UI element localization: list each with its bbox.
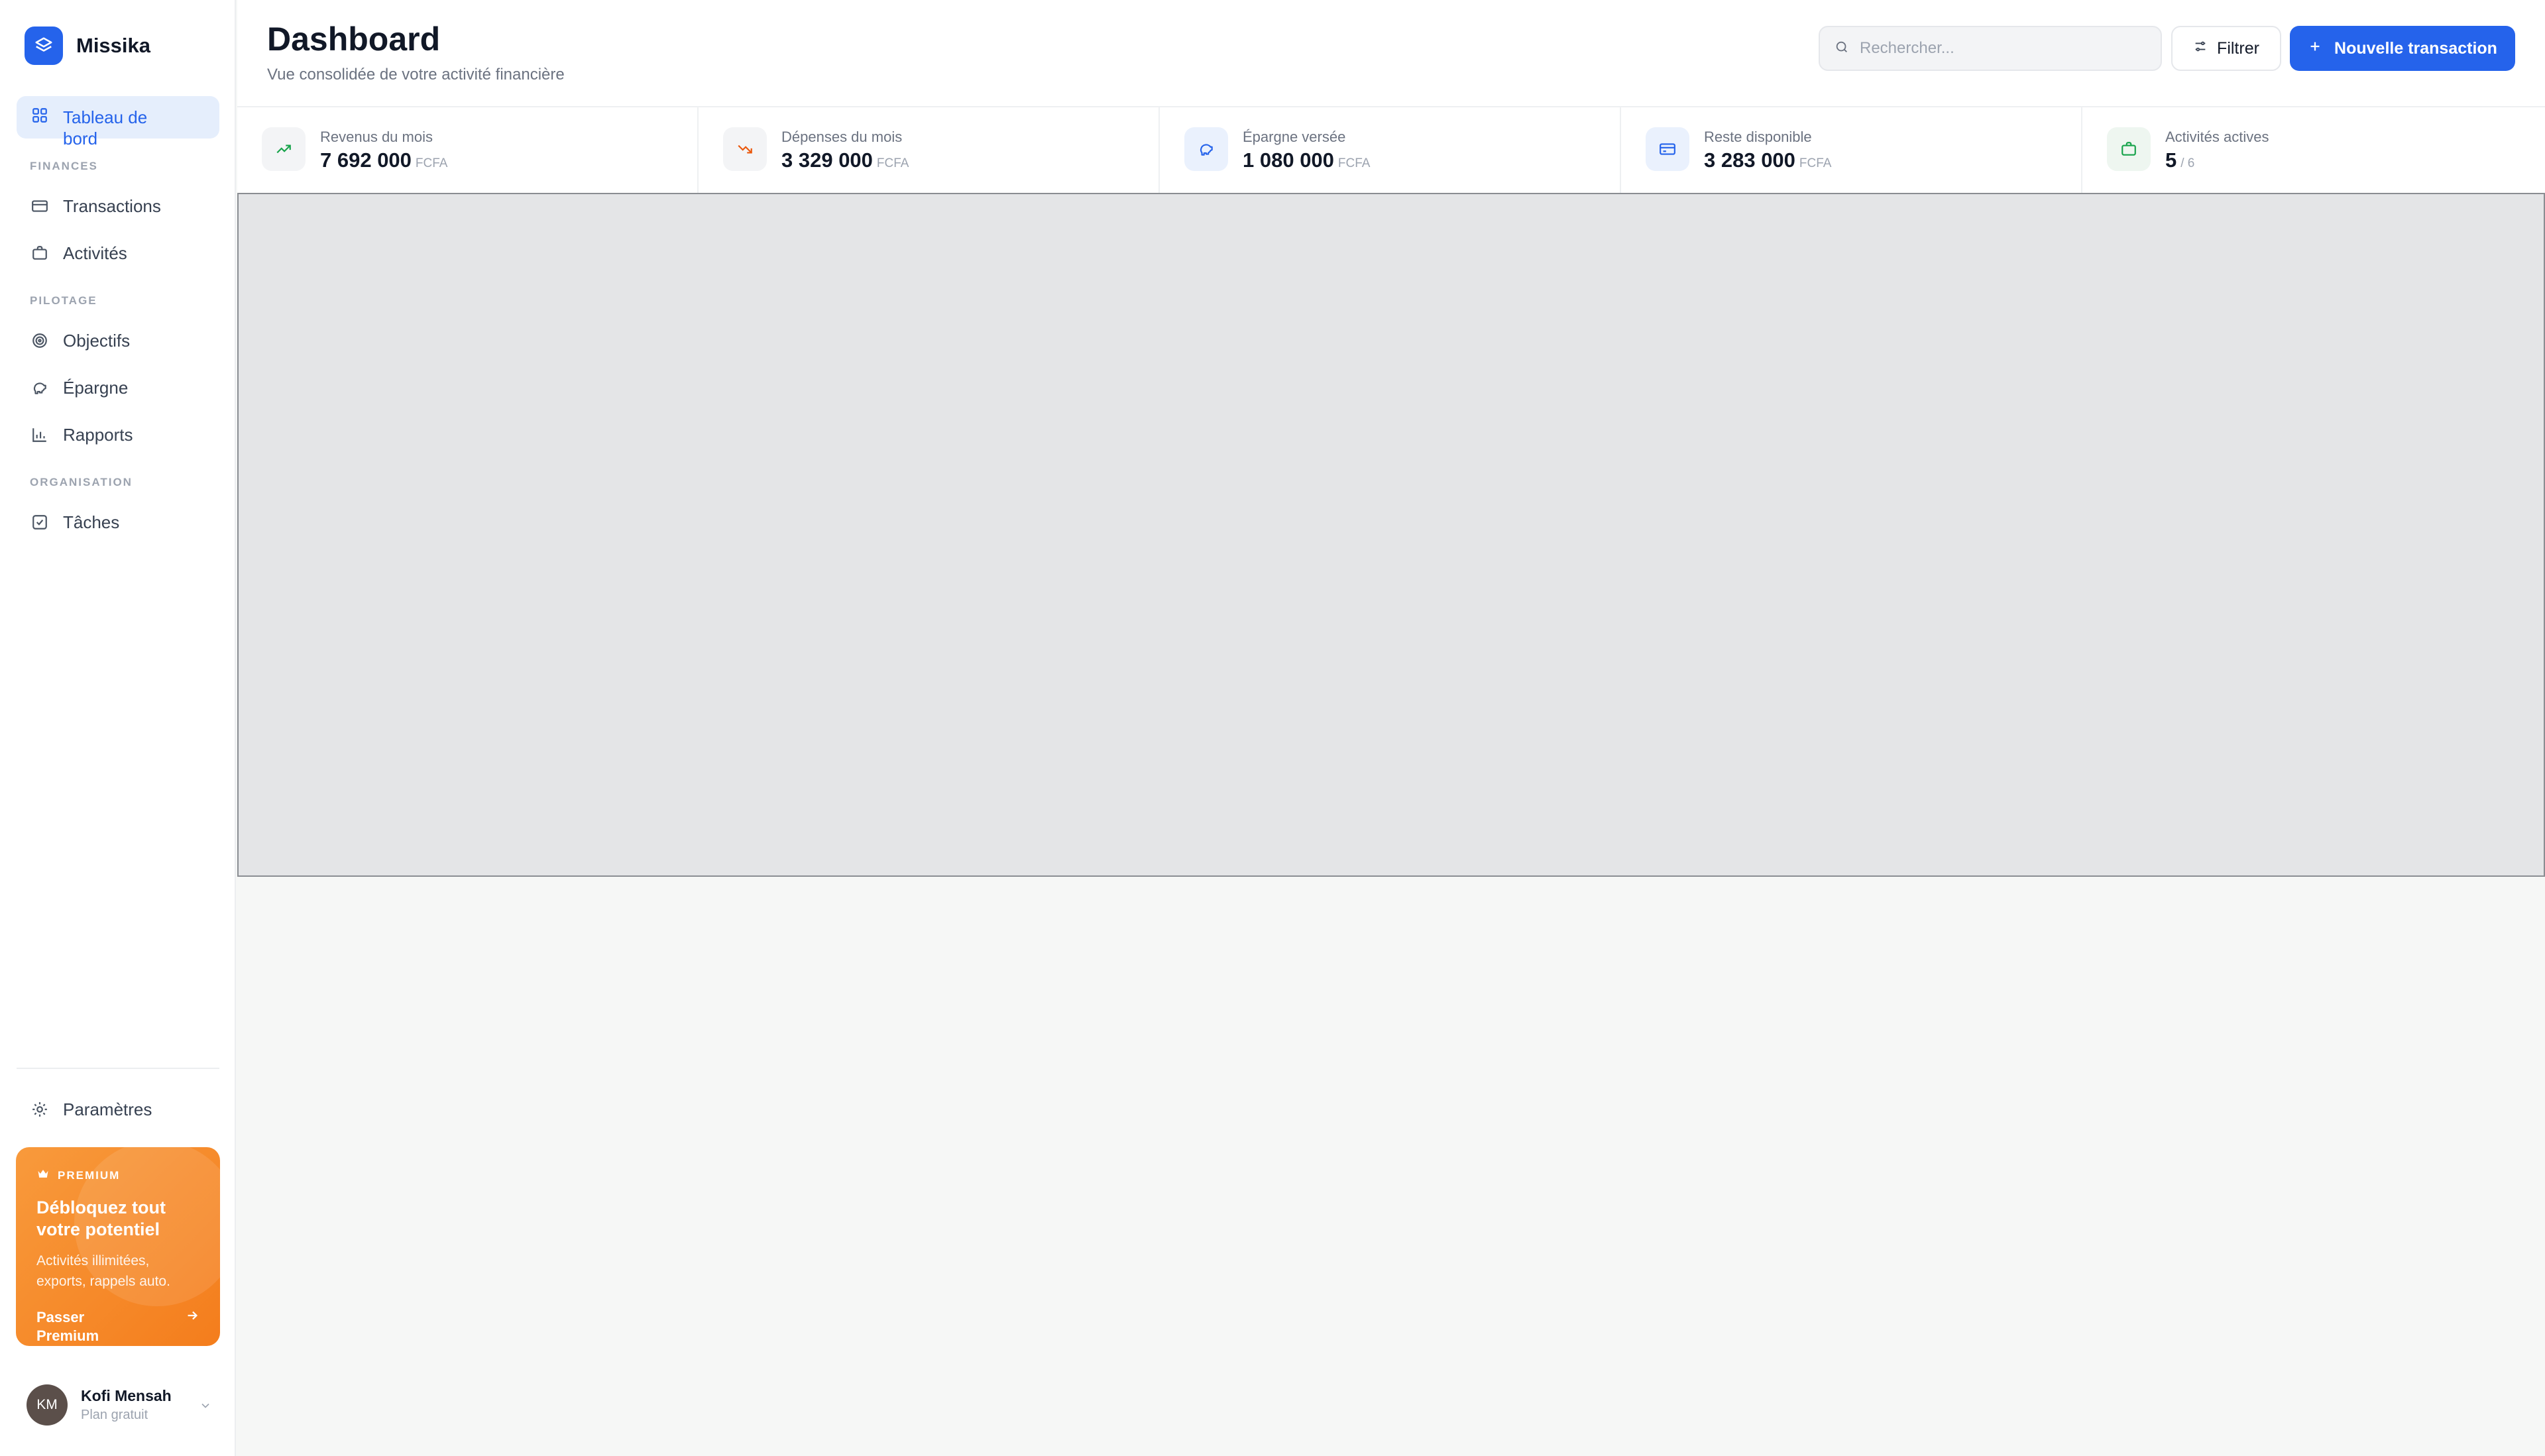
premium-description: Activités illimitées, exports, rappels a…: [36, 1253, 170, 1289]
search-input[interactable]: [1860, 39, 2151, 58]
piggy-bank-icon: [1184, 127, 1228, 171]
stat-amount: 7 692 000: [320, 148, 412, 172]
section-label-pilotage: PILOTAGE: [30, 294, 97, 307]
section-label-finances: FINANCES: [30, 160, 98, 172]
search-box: [1819, 26, 2162, 71]
sidebar-divider: [17, 1068, 219, 1069]
briefcase-icon: [2107, 127, 2151, 171]
page-title: Dashboard: [267, 21, 441, 58]
stat-value: 5/ 6: [2165, 148, 2194, 172]
page-header: Dashboard Vue consolidée de votre activi…: [237, 0, 2545, 106]
target-icon: [17, 332, 63, 349]
stat-unit: FCFA: [1337, 156, 1371, 170]
stat-unit: / 6: [2180, 156, 2195, 170]
sidebar-item-label: Paramètres: [63, 1099, 152, 1119]
stat-amount: 1 080 000: [1243, 148, 1334, 172]
layout-grid-icon: [17, 107, 63, 124]
sliders-icon: [2193, 39, 2208, 58]
stat-unit: FCFA: [415, 156, 448, 170]
filter-button[interactable]: Filtrer: [2171, 26, 2281, 71]
filter-button-label: Filtrer: [2217, 38, 2259, 58]
plus-icon: [2308, 39, 2322, 58]
new-transaction-button[interactable]: Nouvelle transaction: [2290, 26, 2515, 71]
stat-value: 3 283 000 FCFA: [1704, 148, 1831, 172]
stat-card-revenus: Revenus du mois 7 692 000 FCFA: [237, 107, 699, 193]
settings-icon: [17, 1101, 63, 1118]
stat-amount: 3 283 000: [1704, 148, 1795, 172]
check-square-icon: [17, 514, 63, 531]
sidebar-item-label: Rapports: [63, 424, 133, 445]
trending-up-icon: [262, 127, 306, 171]
stat-amount: 5: [2165, 148, 2177, 172]
sidebar-item-label: Objectifs: [63, 330, 131, 351]
bar-chart-icon: [17, 426, 63, 443]
avatar: KM: [27, 1384, 68, 1426]
stat-label: Activités actives: [2165, 129, 2269, 145]
premium-card: PREMIUM Débloquez tout votre potentiel A…: [16, 1147, 220, 1346]
sidebar: Missika Tableau de bord FINANCES Transac…: [0, 0, 236, 1456]
sidebar-item-taches[interactable]: Tâches: [17, 501, 219, 543]
section-label-organisation: ORGANISATION: [30, 476, 133, 488]
stat-label: Reste disponible: [1704, 129, 1812, 145]
wallet-card-icon: [1646, 127, 1689, 171]
stat-label: Revenus du mois: [320, 129, 433, 145]
trending-down-icon: [723, 127, 767, 171]
app-name: Missika: [76, 34, 151, 57]
sidebar-item-rapports[interactable]: Rapports: [17, 414, 219, 456]
sidebar-item-transactions[interactable]: Transactions: [17, 185, 219, 227]
sidebar-item-label: Tableau de bord: [63, 107, 148, 148]
premium-tag-label: PREMIUM: [58, 1168, 121, 1182]
sidebar-item-activites[interactable]: Activités: [17, 232, 219, 274]
premium-title: Débloquez tout votre potentiel: [36, 1198, 166, 1239]
search-icon: [1835, 40, 1849, 58]
stat-unit: FCFA: [876, 156, 909, 170]
sidebar-item-parametres[interactable]: Paramètres: [17, 1088, 219, 1131]
stat-value: 3 329 000 FCFA: [781, 148, 909, 172]
page-subtitle: Vue consolidée de votre activité financi…: [267, 66, 565, 84]
stat-card-activites: Activités actives 5/ 6: [2082, 107, 2544, 193]
stat-amount: 3 329 000: [781, 148, 873, 172]
sidebar-item-label: Activités: [63, 243, 127, 263]
sidebar-item-tableau-de-bord[interactable]: Tableau de bord: [17, 96, 219, 148]
sidebar-item-label: Épargne: [63, 377, 129, 398]
stat-value: 1 080 000 FCFA: [1243, 148, 1370, 172]
stat-unit: FCFA: [1799, 156, 1832, 170]
stat-label: Dépenses du mois: [781, 129, 903, 145]
briefcase-icon: [17, 245, 63, 262]
new-transaction-label: Nouvelle transaction: [2334, 38, 2497, 58]
stat-label: Épargne versée: [1243, 129, 1346, 145]
stat-value: 7 692 000 FCFA: [320, 148, 447, 172]
chevron-down-icon: [199, 1399, 212, 1416]
crown-icon: [36, 1167, 50, 1184]
credit-card-icon: [17, 197, 63, 215]
upgrade-premium-link[interactable]: Passer Premium: [36, 1308, 199, 1345]
layers-icon: [25, 27, 63, 65]
premium-tag: PREMIUM: [36, 1167, 199, 1184]
sidebar-item-objectifs[interactable]: Objectifs: [17, 319, 219, 362]
stat-card-epargne: Épargne versée 1 080 000 FCFA: [1160, 107, 1621, 193]
sidebar-item-label: Transactions: [63, 196, 161, 216]
arrow-right-icon: [185, 1308, 199, 1345]
stat-card-reste: Reste disponible 3 283 000 FCFA: [1621, 107, 2082, 193]
content-placeholder-panel: [237, 193, 2545, 877]
sidebar-item-label: Tâches: [63, 512, 120, 532]
user-menu[interactable]: KM Kofi Mensah Plan gratuit: [27, 1384, 212, 1426]
upgrade-premium-label: Passer Premium: [36, 1309, 99, 1344]
brand[interactable]: Missika: [25, 27, 150, 65]
piggy-bank-icon: [17, 379, 63, 396]
user-name: Kofi Mensah: [81, 1387, 172, 1404]
stat-card-depenses: Dépenses du mois 3 329 000 FCFA: [699, 107, 1160, 193]
sidebar-item-epargne[interactable]: Épargne: [17, 366, 219, 409]
stats-bar: Revenus du mois 7 692 000 FCFA Dépenses d…: [237, 106, 2545, 193]
user-plan: Plan gratuit: [81, 1408, 148, 1422]
